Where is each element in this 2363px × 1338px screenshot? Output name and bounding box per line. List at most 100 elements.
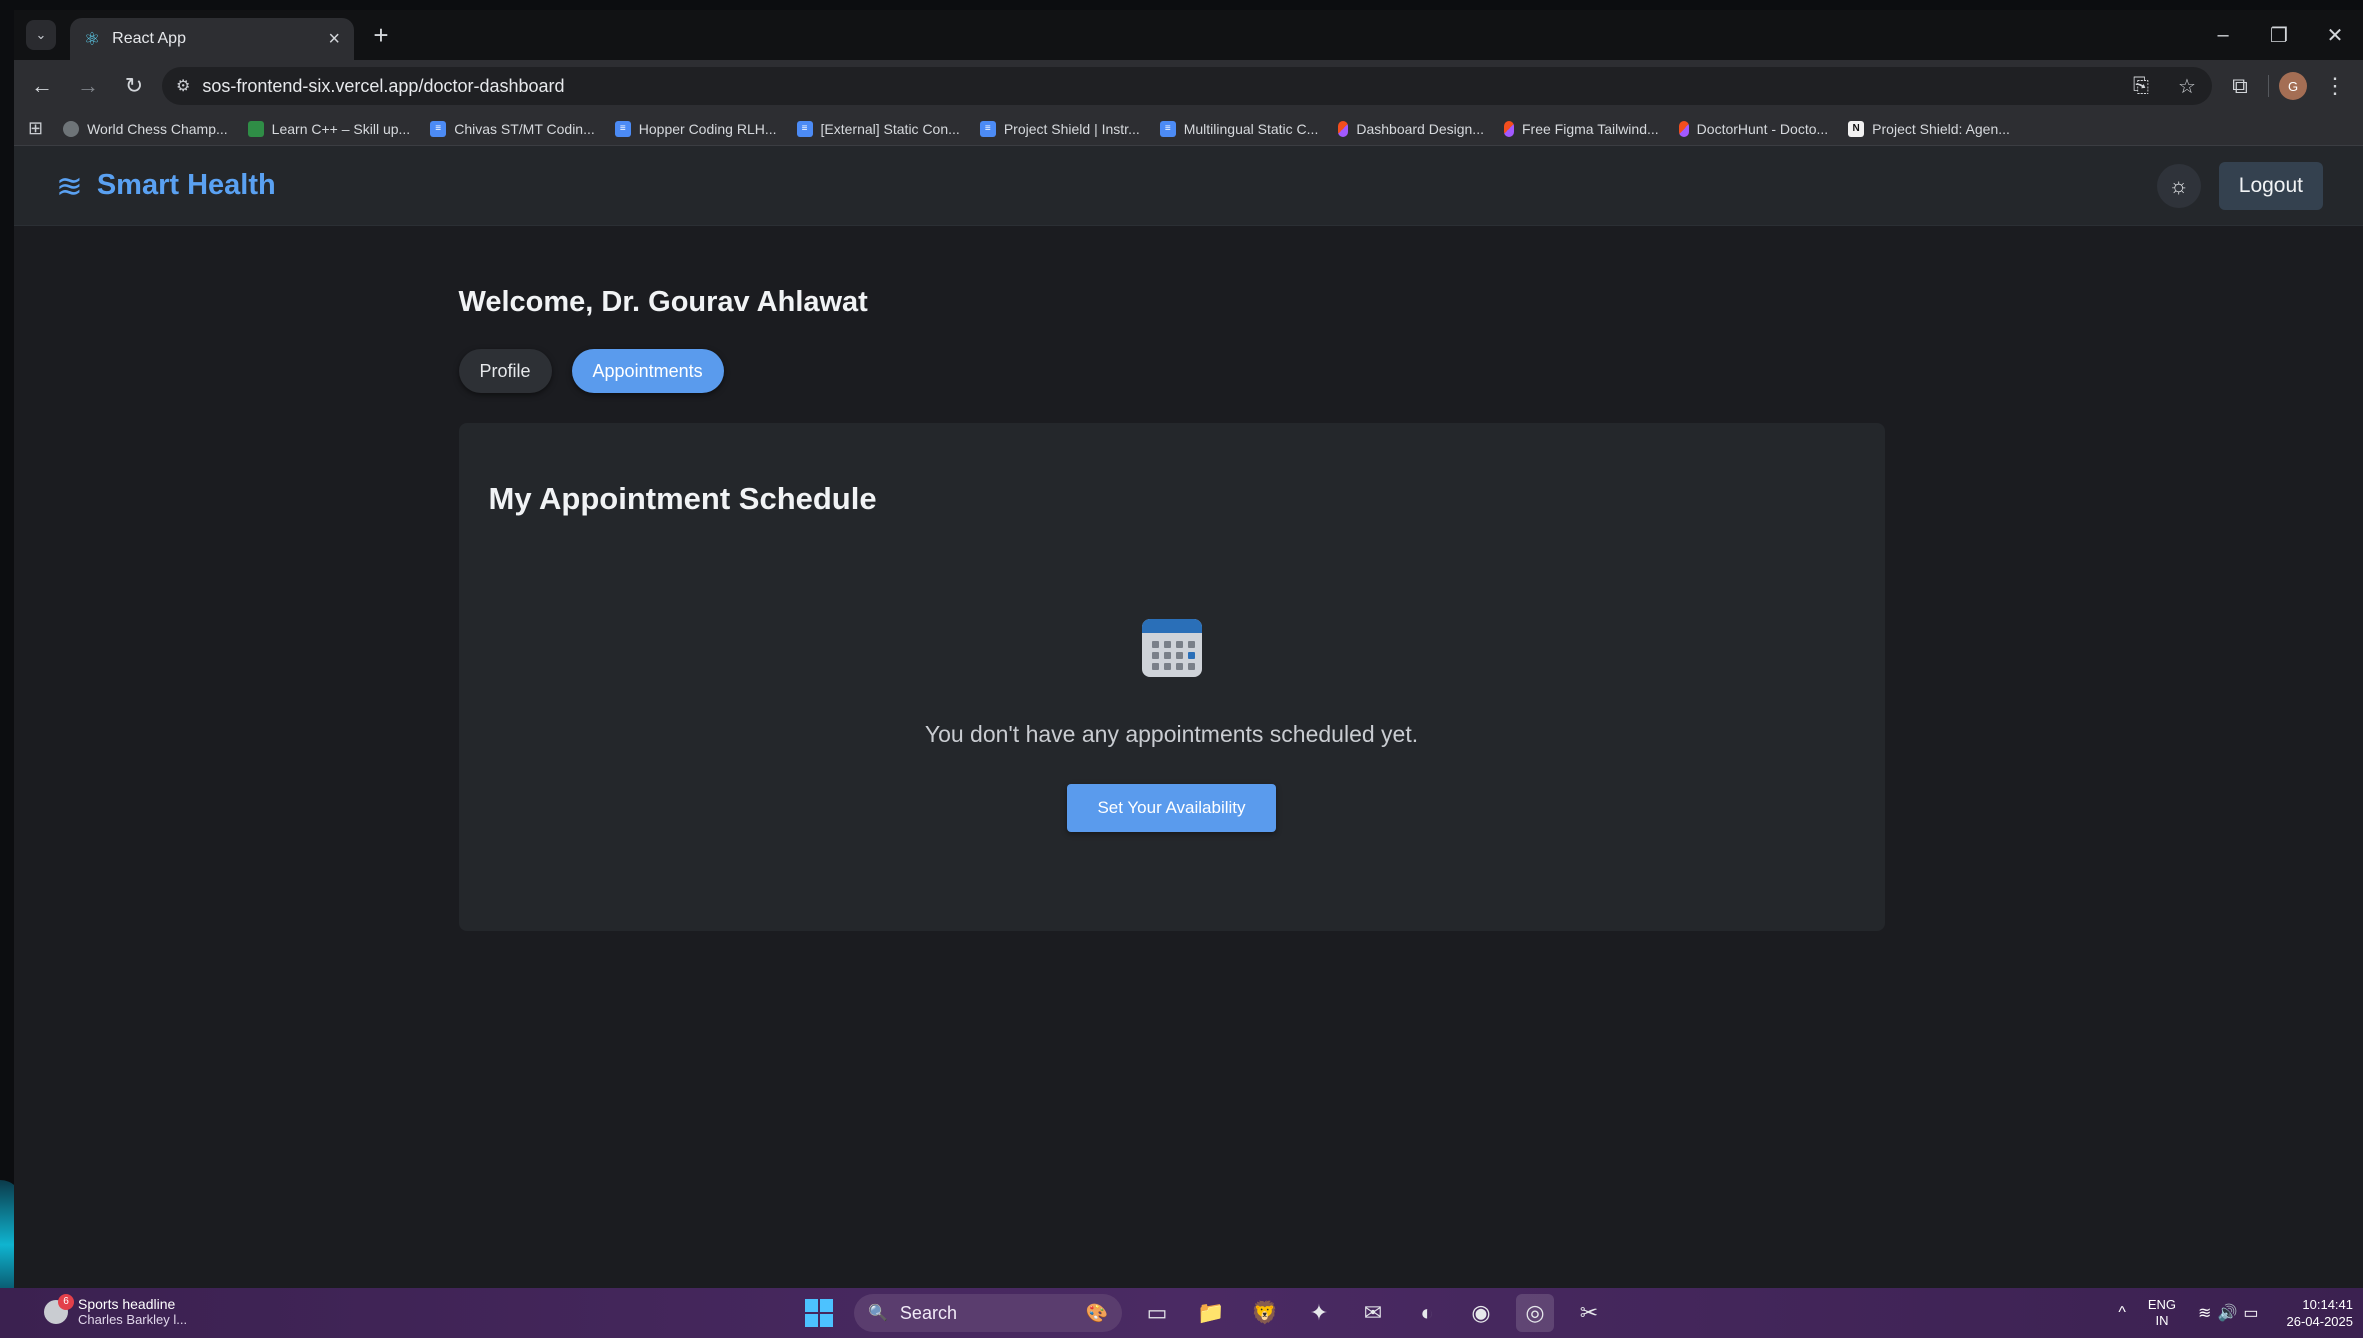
toolbar-divider: [2268, 75, 2269, 97]
bookmark-item[interactable]: DoctorHunt - Docto...: [1678, 120, 1829, 137]
task-view-icon[interactable]: ▭: [1138, 1294, 1176, 1332]
bookmark-label: Chivas ST/MT Codin...: [454, 120, 595, 137]
logout-button[interactable]: Logout: [2218, 161, 2323, 210]
edge-browser-icon[interactable]: ◐: [1408, 1294, 1446, 1332]
dashboard-main: Welcome, Dr. Gourav Ahlawat Profile Appo…: [458, 226, 1885, 931]
copilot-icon[interactable]: ✦: [1300, 1294, 1338, 1332]
windows-taskbar: 6 Sports headline Charles Barkley l... 🔍…: [0, 1288, 2363, 1338]
restore-icon[interactable]: ❐: [2251, 10, 2307, 60]
bookmark-label: Learn C++ – Skill up...: [271, 120, 411, 137]
google-doc-icon: ≡: [430, 120, 447, 137]
language-indicator[interactable]: ENG IN: [2148, 1297, 2176, 1329]
notification-badge: 6: [58, 1293, 74, 1310]
file-explorer-icon[interactable]: 📁: [1192, 1294, 1230, 1332]
browser-tab-active[interactable]: ⚛ React App ×: [70, 18, 354, 60]
bookmark-label: World Chess Champ...: [87, 120, 228, 137]
new-tab-button[interactable]: +: [366, 20, 396, 50]
brand-name: Smart Health: [96, 169, 276, 201]
screen: ⌄ ⚛ React App × + – ❐ ✕ ← → ↻ ⚙ sos-fron…: [0, 0, 2363, 1338]
url-text[interactable]: sos-frontend-six.vercel.app/doctor-dashb…: [202, 76, 2112, 97]
bookmark-item[interactable]: Free Figma Tailwind...: [1503, 120, 1659, 137]
extensions-icon[interactable]: ⧉: [2222, 68, 2258, 104]
clock-date: 26-04-2025: [2286, 1314, 2354, 1329]
bookmark-item[interactable]: World Chess Champ...: [63, 120, 228, 137]
install-app-icon[interactable]: ⎘: [2124, 75, 2158, 98]
chess-icon: [63, 120, 80, 137]
notion-icon: N: [1848, 120, 1865, 137]
page-title: Welcome, Dr. Gourav Ahlawat: [458, 286, 868, 318]
windows-start-icon[interactable]: [800, 1294, 838, 1332]
news-widget[interactable]: 6 Sports headline Charles Barkley l...: [44, 1293, 188, 1327]
bookmark-item[interactable]: ≡ Project Shield | Instr...: [979, 120, 1140, 137]
clock[interactable]: 10:14:41 26-04-2025: [2287, 1296, 2354, 1330]
bookmark-label: Multilingual Static C...: [1183, 120, 1319, 137]
show-hidden-icons-icon[interactable]: ^: [2118, 1304, 2126, 1322]
tab-profile[interactable]: Profile: [458, 349, 552, 393]
clock-time: 10:14:41: [2302, 1297, 2353, 1312]
browser-toolbar: ← → ↻ ⚙ sos-frontend-six.vercel.app/doct…: [14, 60, 2363, 112]
bookmark-label: DoctorHunt - Docto...: [1696, 120, 1829, 137]
google-doc-icon: ≡: [796, 120, 813, 137]
bookmarks-bar: ⊞ World Chess Champ... Learn C++ – Skill…: [14, 112, 2363, 146]
profile-avatar[interactable]: G: [2279, 72, 2307, 100]
bookmark-label: Hopper Coding RLH...: [638, 120, 777, 137]
address-bar[interactable]: ⚙ sos-frontend-six.vercel.app/doctor-das…: [162, 67, 2212, 105]
taskbar-search[interactable]: 🔍 Search 🎨: [854, 1294, 1122, 1332]
react-favicon-icon: ⚛: [84, 28, 101, 49]
region-code: IN: [2155, 1313, 2169, 1328]
chrome-profile-icon[interactable]: ◉: [1462, 1294, 1500, 1332]
bookmark-item[interactable]: Learn C++ – Skill up...: [247, 120, 411, 137]
empty-state: You don't have any appointments schedule…: [459, 619, 1885, 832]
minimize-icon[interactable]: –: [2195, 10, 2251, 60]
page-viewport: ≋ Smart Health ☼ Logout Welcome, Dr. Gou…: [14, 146, 2363, 1288]
empty-message: You don't have any appointments schedule…: [924, 721, 1419, 747]
back-arrow-icon[interactable]: ←: [24, 68, 60, 104]
theme-toggle-sun-icon[interactable]: ☼: [2156, 163, 2201, 208]
taskbar-search-label: Search: [899, 1302, 957, 1323]
app-header: ≋ Smart Health ☼ Logout: [14, 146, 2363, 226]
google-doc-icon: ≡: [979, 120, 996, 137]
close-tab-icon[interactable]: ×: [328, 28, 340, 51]
bookmark-item[interactable]: ≡ Chivas ST/MT Codin...: [430, 120, 595, 137]
bookmark-label: Free Figma Tailwind...: [1521, 120, 1659, 137]
bookmark-item[interactable]: N Project Shield: Agen...: [1848, 120, 2010, 137]
tab-search-menu-icon[interactable]: ⌄: [26, 20, 56, 50]
chrome-active-icon[interactable]: ◎: [1516, 1294, 1554, 1332]
search-highlight-icon: 🎨: [1085, 1302, 1108, 1323]
news-widget-icon: 6: [44, 1293, 74, 1324]
bookmark-star-icon[interactable]: ☆: [2170, 74, 2204, 99]
close-window-icon[interactable]: ✕: [2307, 10, 2363, 60]
google-doc-icon: ≡: [614, 120, 631, 137]
wifi-volume-battery-icon[interactable]: ≋🔊▭: [2198, 1303, 2264, 1323]
set-availability-button[interactable]: Set Your Availability: [1067, 784, 1276, 832]
bookmark-item[interactable]: ≡ Hopper Coding RLH...: [614, 120, 777, 137]
tab-appointments[interactable]: Appointments: [571, 349, 724, 393]
news-subtitle: Charles Barkley l...: [78, 1312, 188, 1327]
calendar-icon: [1141, 619, 1202, 677]
bookmark-label: Project Shield | Instr...: [1003, 120, 1140, 137]
taskbar-apps: 🔍 Search 🎨 ▭ 📁 🦁 ✦ ✉ ◐ ◉ ◎ ✂: [800, 1294, 1608, 1332]
forward-arrow-icon[interactable]: →: [70, 68, 106, 104]
figma-icon: [1503, 120, 1514, 137]
brand-logo[interactable]: ≋ Smart Health: [56, 167, 276, 205]
language-code: ENG: [2147, 1297, 2177, 1312]
bookmark-item[interactable]: Dashboard Design...: [1338, 120, 1484, 137]
apps-grid-icon[interactable]: ⊞: [28, 118, 43, 139]
bookmark-label: Dashboard Design...: [1356, 120, 1484, 137]
header-actions: ☼ Logout: [2156, 161, 2323, 210]
figma-icon: [1678, 120, 1689, 137]
browser-menu-icon[interactable]: ⋮: [2317, 68, 2353, 104]
news-title: Sports headline: [78, 1296, 176, 1312]
snipping-tool-icon[interactable]: ✂: [1570, 1294, 1608, 1332]
appointment-schedule-card: My Appointment Schedule You don't have a…: [458, 423, 1885, 931]
bookmark-label: Project Shield: Agen...: [1872, 120, 2010, 137]
tab-strip: ⌄ ⚛ React App × + – ❐ ✕: [14, 10, 2363, 60]
bookmark-item[interactable]: ≡ Multilingual Static C...: [1159, 120, 1319, 137]
google-doc-icon: ≡: [1159, 120, 1176, 137]
outlook-icon[interactable]: ✉: [1354, 1294, 1392, 1332]
brave-browser-icon[interactable]: 🦁: [1246, 1294, 1284, 1332]
bookmark-item[interactable]: ≡ [External] Static Con...: [796, 120, 960, 137]
site-info-icon[interactable]: ⚙: [176, 76, 190, 96]
reload-icon[interactable]: ↻: [116, 68, 152, 104]
dashboard-tabs: Profile Appointments: [458, 349, 1885, 393]
